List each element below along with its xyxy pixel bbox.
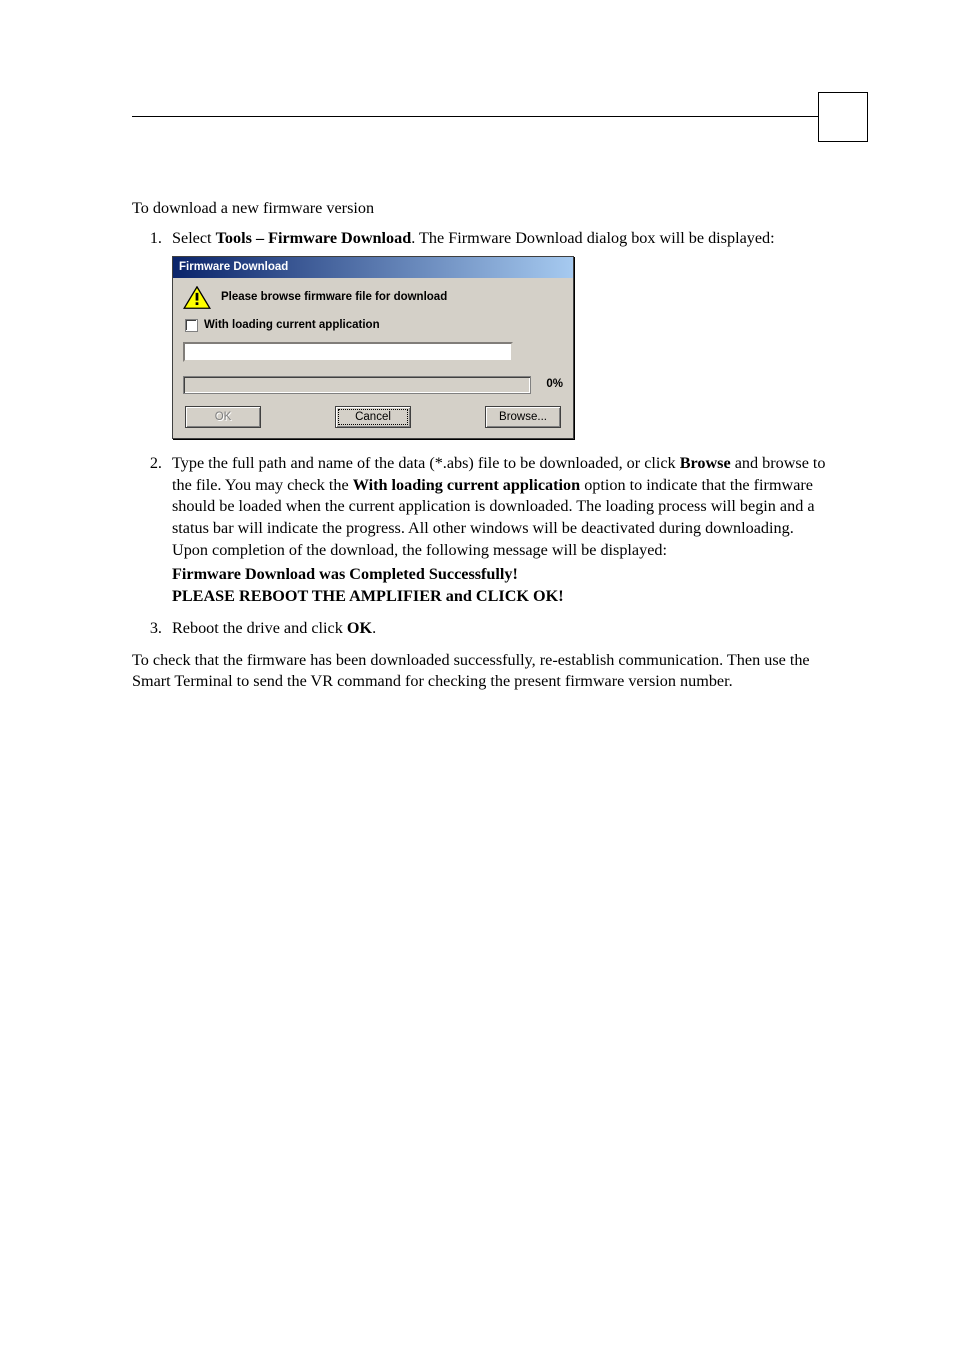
- step-2-withload: With loading current application: [353, 476, 580, 494]
- step-2: Type the full path and name of the data …: [166, 453, 830, 608]
- step-3-text-b: .: [372, 619, 376, 637]
- warning-icon: [183, 286, 211, 310]
- page: To download a new firmware version Selec…: [0, 0, 954, 1350]
- dialog-message-text: Please browse firmware file for download: [221, 290, 447, 306]
- header-page-box: [818, 92, 868, 142]
- cancel-button[interactable]: Cancel: [335, 406, 411, 428]
- completion-message-line-1: Firmware Download was Completed Successf…: [172, 564, 830, 586]
- progress-row: 0%: [183, 376, 563, 394]
- step-1: Select Tools – Firmware Download. The Fi…: [166, 228, 830, 439]
- with-loading-checkbox[interactable]: [185, 319, 198, 332]
- file-path-input[interactable]: [183, 342, 513, 362]
- step-3-ok: OK: [347, 619, 372, 637]
- step-2-browse: Browse: [680, 454, 731, 472]
- completion-message-line-2: PLEASE REBOOT THE AMPLIFIER and CLICK OK…: [172, 586, 830, 608]
- browse-button[interactable]: Browse...: [485, 406, 561, 428]
- dialog-message-row: Please browse firmware file for download: [183, 286, 563, 310]
- step-3: Reboot the drive and click OK.: [166, 618, 830, 640]
- dialog-screenshot: Firmware Download Please browse firmware…: [172, 256, 830, 439]
- with-loading-label: With loading current application: [204, 318, 380, 334]
- intro-text: To download a new firmware version: [132, 198, 830, 220]
- progress-bar: [183, 376, 531, 394]
- dialog-titlebar: Firmware Download: [173, 257, 573, 279]
- firmware-download-dialog: Firmware Download Please browse firmware…: [172, 256, 574, 439]
- with-loading-checkbox-row[interactable]: With loading current application: [185, 318, 563, 334]
- step-1-text-b: . The Firmware Download dialog box will …: [411, 229, 774, 247]
- ok-button[interactable]: OK: [185, 406, 261, 428]
- steps-list: Select Tools – Firmware Download. The Fi…: [132, 228, 830, 640]
- header-divider: [132, 116, 868, 117]
- dialog-body: Please browse firmware file for download…: [173, 278, 573, 438]
- step-1-menu-path: Tools – Firmware Download: [216, 229, 412, 247]
- step-2-text-a: Type the full path and name of the data …: [172, 454, 680, 472]
- progress-percent: 0%: [539, 377, 563, 393]
- dialog-button-row: OK Cancel Browse...: [183, 406, 563, 428]
- closing-text: To check that the firmware has been down…: [132, 650, 830, 694]
- completion-message-block: Firmware Download was Completed Successf…: [172, 564, 830, 608]
- step-1-text-a: Select: [172, 229, 216, 247]
- body-content: To download a new firmware version Selec…: [132, 198, 830, 701]
- step-3-text-a: Reboot the drive and click: [172, 619, 347, 637]
